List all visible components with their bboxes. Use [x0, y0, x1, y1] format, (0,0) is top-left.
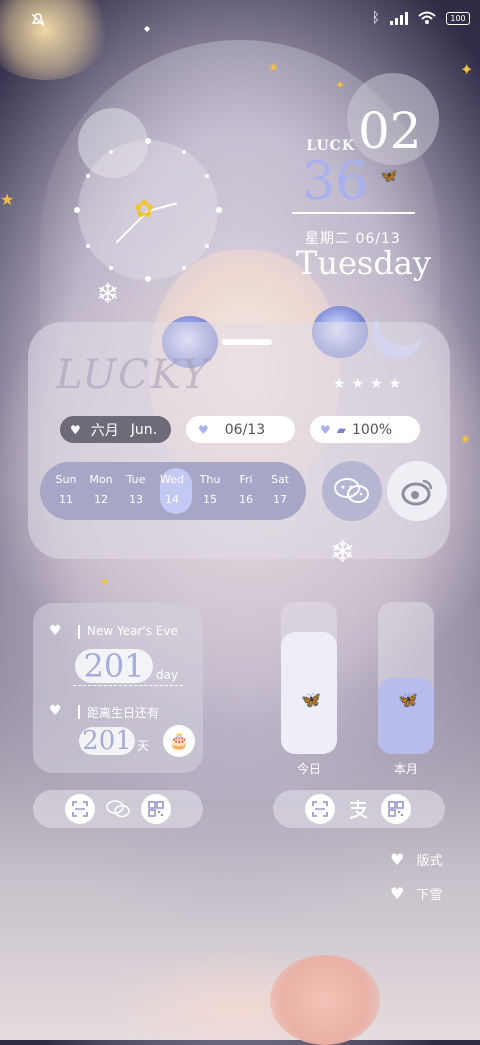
event2-value: 201 — [79, 727, 135, 755]
week-day[interactable]: Wed 14 — [154, 470, 190, 510]
butterfly-icon: 🦋 — [398, 690, 418, 709]
wechat-button[interactable] — [322, 461, 382, 521]
snow-menu-item[interactable]: ♥ 下雪 — [390, 884, 442, 903]
week-day[interactable]: Fri 16 — [228, 470, 264, 510]
week-day[interactable]: Sat 17 — [262, 470, 298, 510]
layout-label: 版式 — [416, 854, 443, 869]
dashed-divider — [73, 685, 183, 686]
week-day[interactable]: Tue 13 — [118, 470, 154, 510]
snowflake-icon: ❄ — [330, 535, 356, 570]
bluetooth-icon: ᛒ — [371, 10, 380, 26]
qr-code-icon — [148, 801, 164, 817]
status-bar: ᛒ 100 — [0, 0, 480, 38]
qr-code-icon — [388, 801, 404, 817]
divider-bar — [78, 625, 80, 639]
sparkle-icon: ✦ — [460, 60, 474, 79]
week-day[interactable]: Mon 12 — [83, 470, 119, 510]
right-dock — [273, 790, 445, 828]
heart-icon: ♥ — [390, 884, 405, 903]
wechat-icon — [106, 800, 130, 818]
alipay-button[interactable] — [343, 796, 373, 822]
butterfly-icon: 🦋 — [380, 168, 398, 184]
battery-pill[interactable]: ♥ ▰ 100% — [310, 416, 420, 443]
sparkle-icon: ★ — [460, 432, 471, 446]
lucky-watermark: LUCKY — [56, 352, 210, 398]
date-divider — [292, 212, 415, 214]
status-right: ᛒ 100 — [372, 10, 470, 26]
battery-charge-icon: ▰ — [336, 422, 346, 437]
month-label: 本月 — [394, 762, 419, 776]
sparkle-icon: ★ — [268, 60, 279, 74]
countdown-widget[interactable]: ♥ New Year's Eve 201 day ♥ 距离生日还有 201 天 … — [33, 603, 203, 773]
qr-code-button[interactable] — [141, 794, 171, 824]
card-indicator — [222, 339, 272, 345]
divider-bar — [78, 705, 80, 719]
week-day[interactable]: Thu 15 — [192, 470, 228, 510]
stars-icon: ★★★★ — [333, 376, 408, 392]
heart-icon: ♥ — [49, 623, 62, 639]
battery-pill-text: 100% — [352, 421, 393, 438]
event1-title: New Year's Eve — [87, 624, 178, 638]
today-label: 今日 — [297, 762, 322, 776]
silent-mode-icon — [31, 13, 45, 27]
month-cn: 六月 — [90, 422, 119, 439]
scan-icon — [72, 801, 88, 817]
cake-icon: 🎂 — [163, 725, 195, 757]
sparkle-icon: ✦ — [335, 78, 346, 92]
date-pill-text: 06/13 — [224, 421, 266, 438]
signal-icon — [390, 11, 408, 25]
alipay-icon — [349, 800, 368, 819]
weibo-button[interactable] — [387, 461, 447, 521]
flower-icon: ✿ — [134, 195, 155, 223]
scan-button[interactable] — [65, 794, 95, 824]
month-en: Jun. — [130, 421, 158, 438]
snowflake-icon: ❄ — [96, 277, 120, 310]
battery-icon: 100 — [446, 11, 470, 25]
event1-unit: day — [156, 668, 179, 682]
wechat-icon — [334, 478, 369, 503]
wechat-button[interactable] — [103, 796, 133, 822]
butterfly-icon: 🦋 — [301, 690, 321, 709]
date-pill[interactable]: ♥ 06/13 — [186, 416, 295, 443]
accent-number: 36 — [302, 152, 369, 212]
scan-button[interactable] — [305, 794, 335, 824]
sparkle-icon: ✦ — [100, 575, 111, 589]
weekday-name: Tuesday — [296, 244, 431, 282]
heart-icon: ♥ — [390, 850, 405, 869]
sparkle-icon: ★ — [0, 190, 15, 209]
heart-icon: ♥ — [198, 422, 209, 437]
weibo-icon — [401, 479, 433, 506]
event2-title: 距离生日还有 — [87, 706, 160, 720]
day-number: 02 — [358, 102, 422, 160]
today-progress[interactable]: 🦋 — [281, 602, 337, 754]
background-hands — [270, 955, 380, 1045]
layout-menu-item[interactable]: ♥ 版式 — [390, 850, 442, 869]
event1-value: 201 — [75, 649, 153, 683]
week-strip: Sun 11 Mon 12 Tue 13 Wed 14 Thu 15 Fri 16 Sat 1… — [40, 462, 306, 520]
heart-icon: ♥ — [70, 422, 81, 437]
event2-unit: 天 — [137, 739, 150, 753]
month-progress[interactable]: 🦋 — [378, 602, 434, 754]
qr-code-button[interactable] — [381, 794, 411, 824]
snow-label: 下雪 — [416, 888, 443, 903]
heart-icon: ♥ — [49, 703, 62, 719]
wifi-icon — [418, 11, 436, 24]
week-day[interactable]: Sun 11 — [48, 470, 84, 510]
heart-icon: ♥ — [320, 422, 331, 437]
left-dock — [33, 790, 203, 828]
scan-icon — [312, 801, 328, 817]
month-pill[interactable]: ♥ 六月 Jun. — [60, 416, 171, 443]
analog-clock[interactable]: ✿ — [74, 138, 222, 282]
